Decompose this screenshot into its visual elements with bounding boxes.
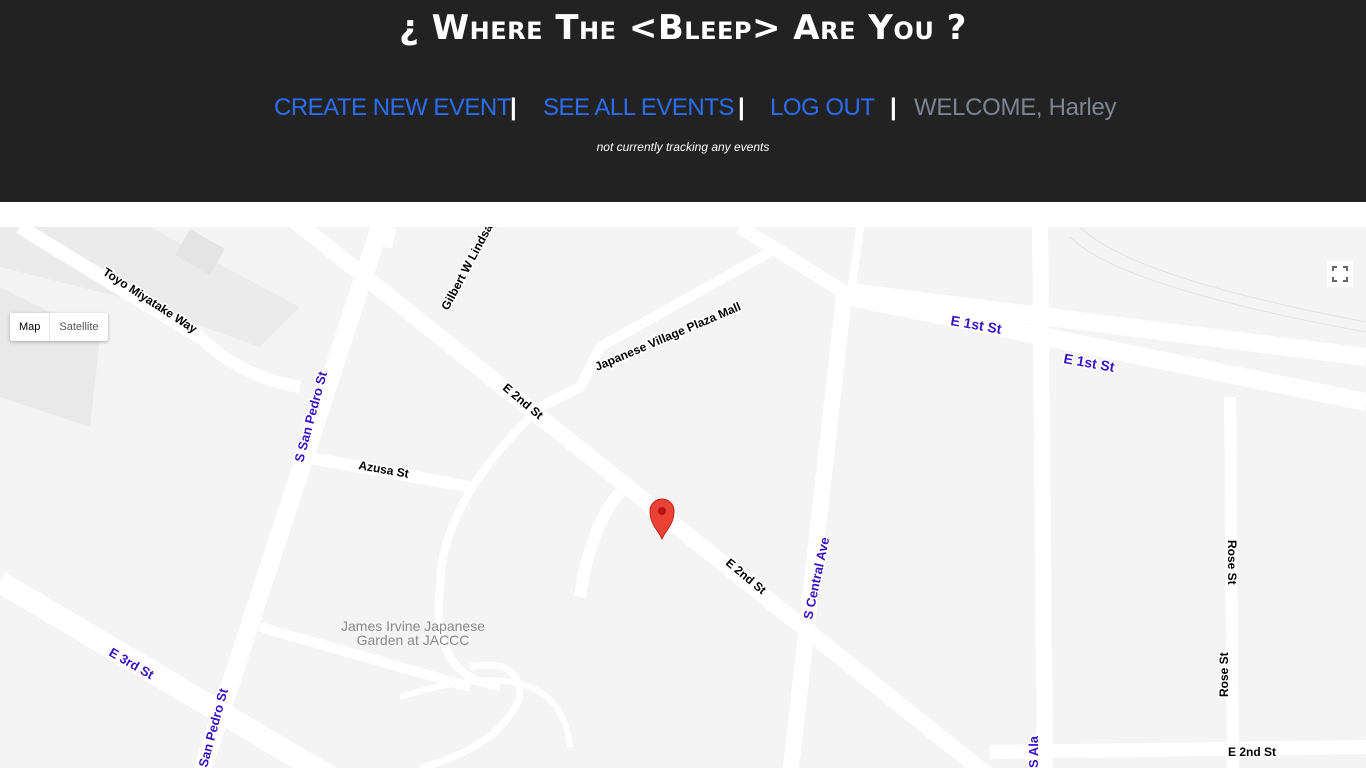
fullscreen-button[interactable]: [1327, 261, 1353, 287]
map-type-map-button[interactable]: Map: [10, 313, 51, 341]
fullscreen-icon: [1332, 266, 1348, 282]
street-label: E 2nd St: [1228, 745, 1276, 759]
map-type-control: Map Satellite: [10, 313, 108, 341]
log-out-link[interactable]: LOG OUT: [770, 90, 875, 126]
nav-separator: |: [890, 94, 897, 121]
street-label: Rose St: [1225, 540, 1239, 585]
street-label: E 2nd St: [500, 381, 546, 423]
tracking-status: not currently tracking any events: [596, 140, 770, 154]
street-label: Rose St: [1217, 652, 1231, 697]
map-pin-icon[interactable]: [649, 498, 675, 541]
street-label: Gilbert W Lindsay: [438, 227, 498, 312]
map-view[interactable]: James Irvine Japanese Garden at JACCC To…: [0, 227, 1366, 768]
map-type-satellite-button[interactable]: Satellite: [50, 313, 107, 341]
site-header: ¿ Where The <Bleep> Are You ? CREATE NEW…: [0, 0, 1366, 202]
create-new-event-link[interactable]: CREATE NEW EVENT: [274, 90, 511, 126]
nav-separator: |: [510, 94, 517, 121]
page-title: ¿ Where The <Bleep> Are You ?: [399, 8, 967, 48]
place-label-line2: Garden at JACCC: [357, 632, 470, 648]
see-all-events-link[interactable]: SEE ALL EVENTS: [543, 90, 734, 126]
street-label: S Ala: [1026, 735, 1041, 768]
nav-separator: |: [738, 94, 745, 121]
welcome-text: WELCOME, Harley: [914, 94, 1117, 121]
map-canvas[interactable]: James Irvine Japanese Garden at JACCC To…: [0, 227, 1366, 768]
nav-bar: CREATE NEW EVENT | SEE ALL EVENTS | LOG …: [0, 90, 1366, 126]
